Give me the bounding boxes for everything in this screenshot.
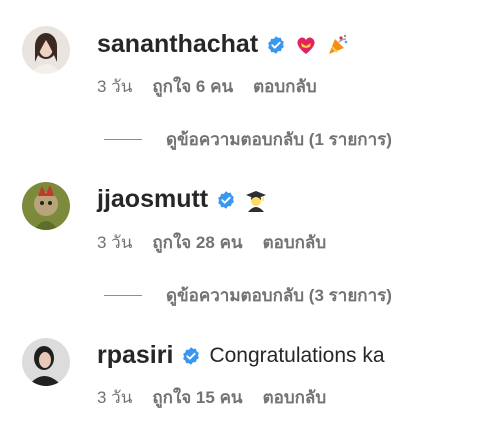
comment-text: Congratulations ka <box>209 343 385 367</box>
username[interactable]: sananthachat <box>97 30 258 59</box>
avatar[interactable] <box>22 26 70 74</box>
username[interactable]: jjaosmutt <box>97 185 208 214</box>
comment-header: sananthachat <box>97 30 350 59</box>
view-replies-button[interactable]: ดูข้อความตอบกลับ (1 รายการ) <box>104 126 392 153</box>
timestamp[interactable]: 3 วัน <box>97 73 132 100</box>
avatar[interactable] <box>22 338 70 386</box>
divider <box>104 295 142 296</box>
view-replies-label: ดูข้อความตอบกลับ (1 รายการ) <box>166 130 392 149</box>
timestamp[interactable]: 3 วัน <box>97 229 132 256</box>
comment-meta: 3 วัน ถูกใจ 6 คน ตอบกลับ <box>97 73 317 100</box>
heart-with-ribbon-icon <box>297 36 315 54</box>
reply-button[interactable]: ตอบกลับ <box>263 384 327 411</box>
comment-meta: 3 วัน ถูกใจ 15 คน ตอบกลับ <box>97 384 326 411</box>
avatar[interactable] <box>22 182 70 230</box>
username[interactable]: rpasiri <box>97 341 173 370</box>
verified-badge-icon <box>218 190 234 209</box>
party-popper-icon <box>329 34 348 54</box>
likes-count[interactable]: ถูกใจ 6 คน <box>152 73 233 100</box>
likes-count[interactable]: ถูกใจ 15 คน <box>152 384 242 411</box>
likes-count[interactable]: ถูกใจ 28 คน <box>152 229 242 256</box>
timestamp[interactable]: 3 วัน <box>97 384 132 411</box>
verified-badge-icon <box>183 346 200 365</box>
comment-header: rpasiri Congratulations ka <box>97 341 385 370</box>
verified-badge-icon <box>268 35 285 54</box>
reply-button[interactable]: ตอบกลับ <box>263 229 327 256</box>
graduate-icon <box>246 190 267 212</box>
view-replies-label: ดูข้อความตอบกลับ (3 รายการ) <box>166 286 392 305</box>
view-replies-button[interactable]: ดูข้อความตอบกลับ (3 รายการ) <box>104 282 392 309</box>
comment-header: jjaosmutt <box>97 185 268 214</box>
comment-meta: 3 วัน ถูกใจ 28 คน ตอบกลับ <box>97 229 326 256</box>
divider <box>104 139 142 140</box>
reply-button[interactable]: ตอบกลับ <box>253 73 317 100</box>
